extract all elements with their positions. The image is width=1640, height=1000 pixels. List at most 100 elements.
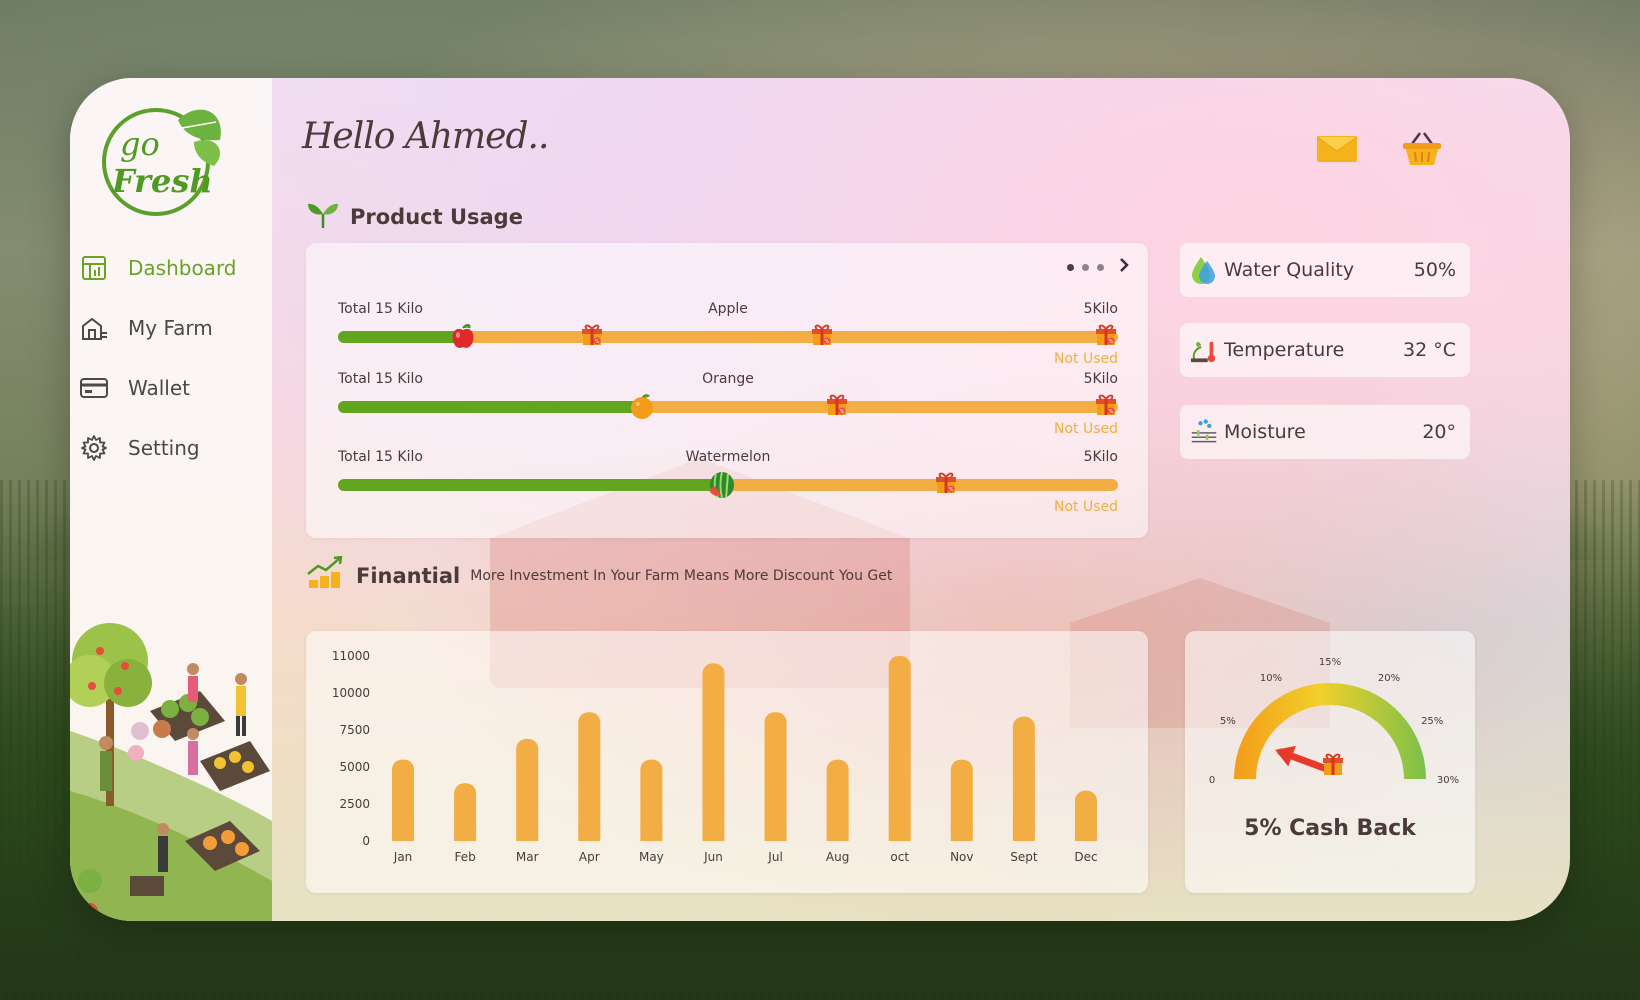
sidebar-item-label: Setting — [128, 436, 200, 460]
chart-bar-base — [702, 829, 725, 841]
y-tick-label: 10000 — [332, 686, 370, 700]
y-tick-label: 7500 — [339, 723, 370, 737]
x-tick-label: Dec — [1074, 850, 1097, 864]
x-tick-label: Aug — [826, 850, 849, 864]
dashboard-icon — [80, 254, 108, 282]
x-tick-label: Jan — [393, 850, 413, 864]
usage-unit: 5Kilo — [1083, 449, 1118, 465]
cashback-gauge-panel: 0 5% 10% 15% 20% 25% 30% 5% Cash Back — [1185, 631, 1475, 893]
carousel-controls[interactable] — [1067, 257, 1130, 277]
svg-text:%: % — [840, 409, 845, 415]
gauge-tick-label: 5% — [1220, 716, 1236, 727]
chart-bar[interactable] — [1012, 716, 1035, 841]
usage-product-name: Watermelon — [685, 449, 771, 465]
usage-status: Not Used — [1053, 499, 1118, 515]
basket-icon[interactable] — [1400, 130, 1444, 166]
sidebar-item-my-farm[interactable]: My Farm — [80, 308, 270, 348]
y-tick-label: 0 — [362, 834, 370, 848]
usage-status: Not Used — [1053, 421, 1118, 437]
watermelon-icon[interactable] — [706, 470, 735, 499]
chart-bar-base — [454, 829, 477, 841]
gauge-tick-label: 20% — [1378, 673, 1400, 684]
usage-row: Total 15 Kilo Orange 5Kilo Not Used%% — [338, 371, 1118, 441]
carousel-dot[interactable] — [1097, 263, 1104, 271]
chart-bar[interactable] — [578, 712, 601, 841]
chart-bar-base — [516, 829, 539, 841]
usage-row: Total 15 Kilo Watermelon 5Kilo Not Used% — [338, 449, 1118, 519]
usage-total: Total 15 Kilo — [338, 301, 423, 317]
water-drop-icon — [1190, 255, 1218, 285]
chart-bar-base — [578, 829, 601, 841]
chart-bar-base — [826, 829, 849, 841]
svg-text:%: % — [949, 487, 954, 493]
chart-bar-base — [1074, 829, 1097, 841]
x-tick-label: Apr — [579, 850, 600, 864]
logo: go Fresh — [98, 100, 228, 220]
usage-unit: 5Kilo — [1083, 301, 1118, 317]
gauge-tick-label: 10% — [1260, 673, 1282, 684]
usage-product-name: Apple — [708, 301, 748, 317]
gift-icon[interactable]: % — [580, 323, 604, 347]
mail-icon[interactable] — [1315, 130, 1359, 166]
gauge-tick-label: 30% — [1437, 775, 1459, 786]
chart-bar-base — [392, 829, 415, 841]
sidebar-item-setting[interactable]: Setting — [80, 428, 270, 468]
financial-title: Finantial More Investment In Your Farm M… — [306, 555, 892, 595]
x-tick-label: May — [639, 850, 664, 864]
gift-icon[interactable]: % — [810, 323, 834, 347]
gift-icon — [1323, 753, 1343, 775]
svg-text:%: % — [1109, 409, 1114, 415]
orange-icon[interactable] — [628, 392, 656, 420]
chart-bar[interactable] — [764, 712, 787, 841]
gear-icon — [80, 434, 108, 462]
chart-bar-base — [764, 829, 787, 841]
financial-bar-chart: 0 2500 5000 7500 10000 11000 Jan Feb Mar Apr May Ju… — [332, 649, 1098, 864]
chart-bar-base — [888, 829, 911, 841]
usage-total: Total 15 Kilo — [338, 371, 423, 387]
usage-progress-fill — [338, 479, 721, 491]
carousel-dot[interactable] — [1082, 263, 1089, 271]
farm-icon — [80, 314, 108, 342]
chart-bar[interactable] — [950, 759, 973, 841]
apple-icon[interactable] — [449, 322, 477, 350]
sidebar-item-label: Wallet — [128, 376, 191, 400]
gauge-tick-label: 0 — [1209, 775, 1215, 786]
usage-progress-fill — [338, 331, 463, 343]
svg-text:%: % — [594, 339, 599, 345]
gift-icon[interactable]: % — [825, 393, 849, 417]
sidebar: go Fresh Dashboard My Farm Wallet Settin… — [70, 78, 272, 921]
x-tick-label: Mar — [516, 850, 539, 864]
chart-bar[interactable] — [516, 738, 539, 841]
wallet-icon — [80, 374, 108, 402]
sidebar-item-dashboard[interactable]: Dashboard — [80, 248, 270, 288]
chart-bar-base — [950, 829, 973, 841]
x-tick-label: Feb — [455, 850, 476, 864]
gift-icon[interactable]: % — [1094, 323, 1118, 347]
sidebar-item-label: My Farm — [128, 316, 213, 340]
chevron-right-icon[interactable] — [1118, 257, 1130, 277]
sidebar-nav: Dashboard My Farm Wallet Setting — [80, 248, 270, 488]
usage-product-name: Orange — [702, 371, 754, 387]
gift-icon[interactable]: % — [934, 471, 958, 495]
x-tick-label: Sept — [1010, 850, 1038, 864]
usage-unit: 5Kilo — [1083, 371, 1118, 387]
usage-total: Total 15 Kilo — [338, 449, 423, 465]
thermometer-icon — [1190, 335, 1218, 365]
chart-bar[interactable] — [702, 663, 725, 841]
usage-row: Total 15 Kilo Apple 5Kilo Not Used%%% — [338, 301, 1118, 371]
chart-bar[interactable] — [888, 656, 911, 841]
chart-bar-base — [640, 829, 663, 841]
carousel-dot[interactable] — [1067, 263, 1074, 271]
svg-text:go: go — [120, 125, 160, 163]
usage-progress-fill — [338, 401, 643, 413]
chart-bar[interactable] — [826, 759, 849, 841]
gauge-tick-label: 25% — [1421, 716, 1443, 727]
sidebar-item-wallet[interactable]: Wallet — [80, 368, 270, 408]
gift-icon[interactable]: % — [1094, 393, 1118, 417]
chart-bar[interactable] — [640, 759, 663, 841]
y-tick-label: 2500 — [339, 797, 370, 811]
gauge-tick-label: 15% — [1319, 657, 1341, 668]
usage-status: Not Used — [1053, 351, 1118, 367]
cashback-label: 5% Cash Back — [1244, 816, 1416, 841]
chart-bar[interactable] — [392, 759, 415, 841]
